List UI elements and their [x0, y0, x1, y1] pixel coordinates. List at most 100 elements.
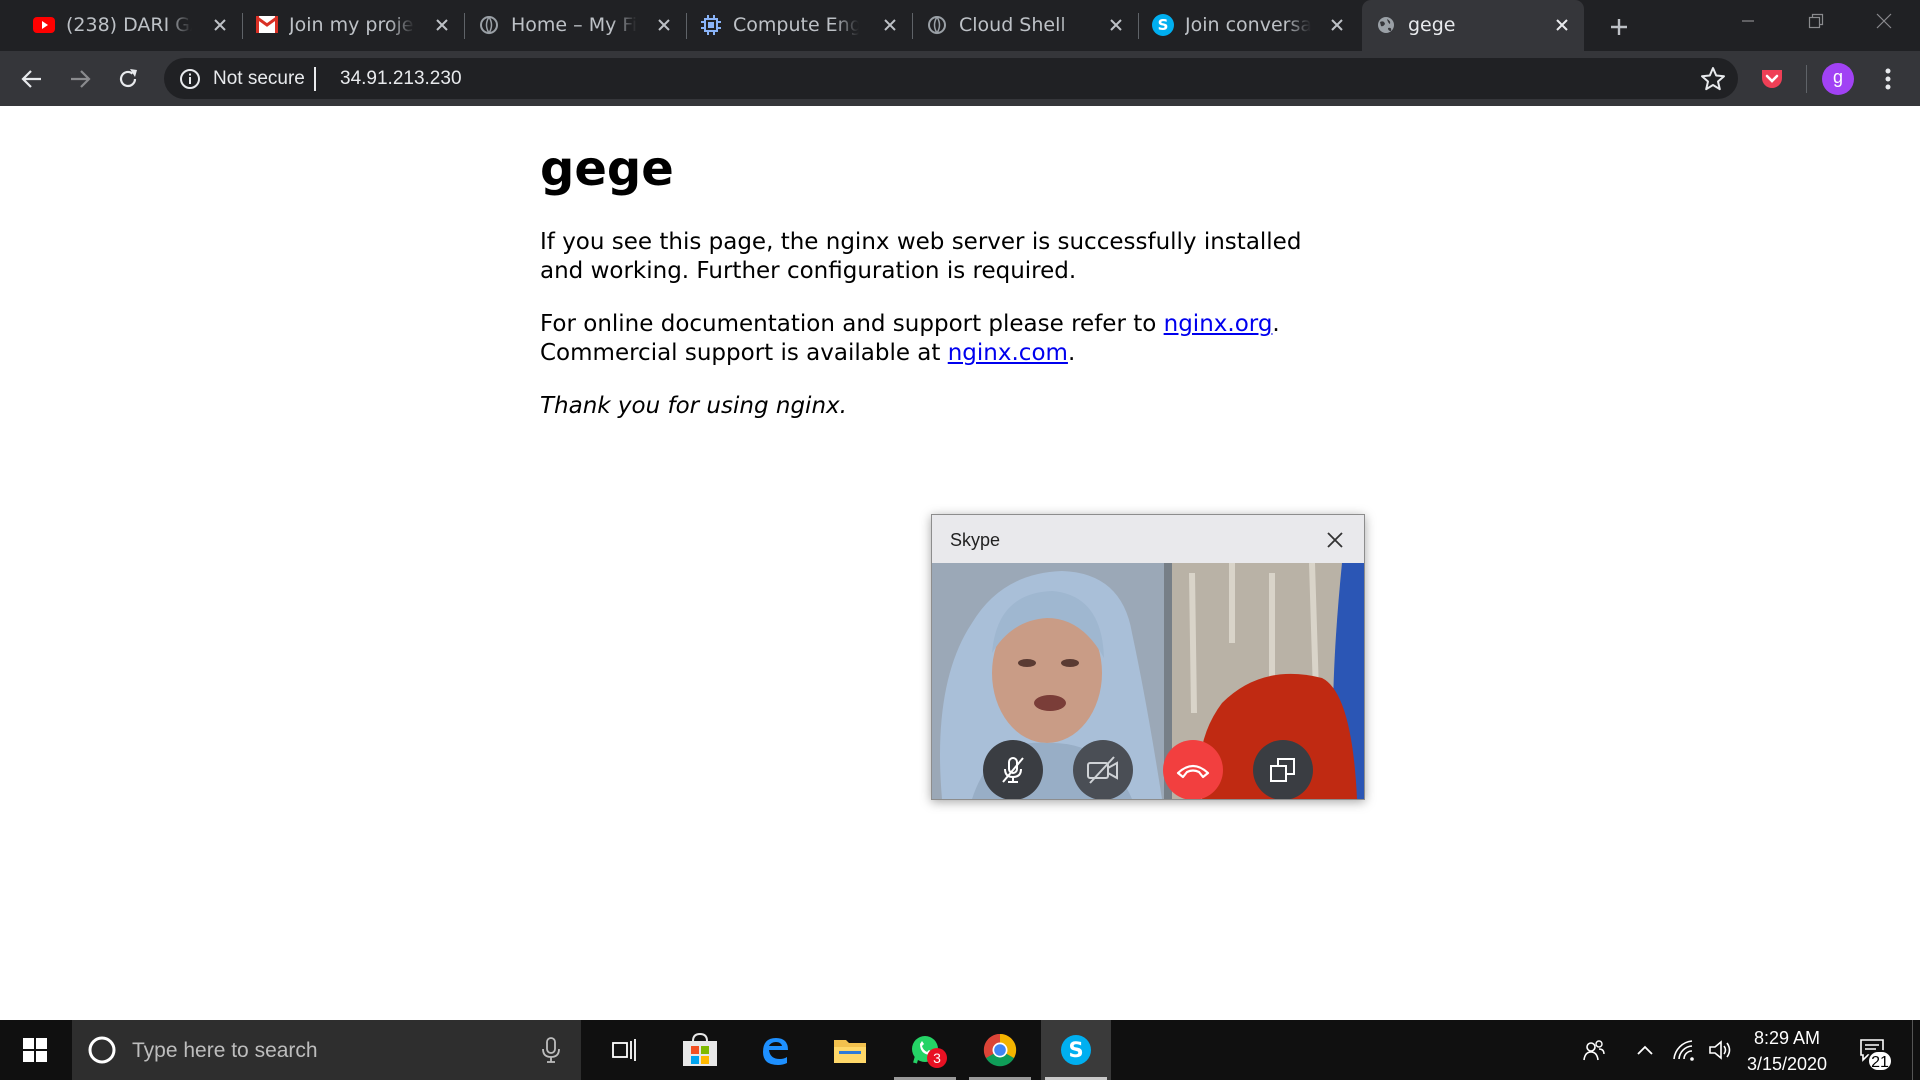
- tab-home-project[interactable]: Home – My First Project: [465, 0, 687, 51]
- notification-count-badge: 21: [1867, 1050, 1893, 1072]
- tab-title: Cloud Shell: [959, 14, 1066, 36]
- doc-text-mid: .: [1272, 311, 1280, 337]
- skype-call-window[interactable]: Skype: [931, 514, 1365, 800]
- tab-gmail[interactable]: Join my project on: [243, 0, 465, 51]
- taskbar-search-box[interactable]: Type here to search: [72, 1020, 581, 1080]
- nginx-org-link[interactable]: nginx.org: [1164, 311, 1273, 337]
- security-status[interactable]: Not secure: [213, 67, 305, 91]
- reload-button[interactable]: [110, 61, 146, 97]
- doc-text-suffix: .: [1067, 340, 1076, 366]
- microsoft-store-button[interactable]: [665, 1020, 735, 1080]
- edge-icon: [763, 1038, 788, 1065]
- profile-avatar[interactable]: g: [1820, 61, 1856, 97]
- close-icon[interactable]: [1322, 527, 1348, 553]
- switch-view-icon: [1270, 758, 1295, 782]
- tab-youtube[interactable]: (238) DARI GARAGE: [20, 0, 243, 51]
- youtube-icon: [32, 13, 55, 36]
- url-text[interactable]: 34.91.213.230: [340, 67, 462, 91]
- windows-logo-icon: [23, 1038, 47, 1062]
- hang-up-icon: [1176, 764, 1210, 779]
- chrome-icon: [983, 1033, 1017, 1067]
- whatsapp-unread-badge: 3: [927, 1048, 947, 1068]
- cortana-icon[interactable]: [87, 1035, 117, 1065]
- tab-cloud-shell[interactable]: Cloud Shell: [913, 0, 1139, 51]
- close-tab-icon[interactable]: [878, 13, 902, 37]
- globe-icon: [477, 13, 500, 36]
- nginx-com-link[interactable]: nginx.com: [948, 340, 1068, 366]
- windows-taskbar: Type here to search 3 S 8:29 AM 3/15/202…: [0, 1020, 1920, 1080]
- close-tab-icon[interactable]: [1325, 13, 1349, 37]
- tab-gege[interactable]: gege: [1362, 0, 1584, 51]
- edge-browser-button[interactable]: [740, 1020, 810, 1080]
- toolbar-separator: [1806, 65, 1807, 93]
- skype-taskbar-button[interactable]: S: [1041, 1020, 1111, 1080]
- doc-text-prefix: For online documentation and support ple…: [540, 311, 1164, 337]
- turn-off-video-button[interactable]: [1073, 740, 1133, 799]
- microphone-icon[interactable]: [541, 1036, 561, 1064]
- show-desktop-button[interactable]: [1912, 1020, 1920, 1080]
- commercial-text: Commercial support is available at: [540, 340, 948, 366]
- chrome-menu-icon[interactable]: [1870, 61, 1906, 97]
- gmail-icon: [255, 13, 278, 36]
- globe-icon: [925, 13, 948, 36]
- task-view-button[interactable]: [590, 1020, 660, 1080]
- clock-time[interactable]: 8:29 AM: [1752, 1026, 1822, 1050]
- tab-title: (238) DARI GARAGE: [66, 14, 192, 36]
- browser-toolbar: Not secure 34.91.213.230 g: [0, 51, 1920, 106]
- network-button[interactable]: [1668, 1020, 1702, 1080]
- start-button[interactable]: [0, 1020, 70, 1080]
- people-button[interactable]: [1574, 1020, 1614, 1080]
- close-tab-icon[interactable]: [1104, 13, 1128, 37]
- forward-button[interactable]: [62, 61, 98, 97]
- documentation-paragraph: For online documentation and support ple…: [540, 310, 1340, 368]
- video-feed: [932, 563, 1364, 799]
- restore-window-button[interactable]: [1786, 0, 1846, 42]
- close-tab-icon[interactable]: [208, 13, 232, 37]
- mute-microphone-button[interactable]: [983, 740, 1043, 799]
- people-icon: [1583, 1040, 1605, 1061]
- tab-title: gege: [1408, 14, 1456, 36]
- close-window-button[interactable]: [1854, 0, 1914, 42]
- tab-title: Home – My First Project: [511, 14, 637, 36]
- skype-icon: S: [1151, 13, 1174, 36]
- microphone-off-icon: [1002, 757, 1024, 783]
- video-off-icon: [1087, 756, 1118, 784]
- browser-tab-strip: (238) DARI GARAGE Join my project on Hom…: [0, 0, 1920, 51]
- address-bar[interactable]: Not secure 34.91.213.230: [164, 58, 1738, 99]
- clock-date[interactable]: 3/15/2020: [1742, 1052, 1832, 1076]
- close-tab-icon[interactable]: [430, 13, 454, 37]
- close-tab-icon[interactable]: [1550, 13, 1574, 37]
- back-button[interactable]: [14, 61, 50, 97]
- folder-icon: [834, 1040, 866, 1063]
- svg-text:S: S: [1068, 1038, 1083, 1062]
- tab-title: Join conversation: [1185, 14, 1311, 36]
- bookmark-star-icon[interactable]: [1700, 66, 1726, 92]
- welcome-paragraph: If you see this page, the nginx web serv…: [540, 229, 1302, 284]
- wifi-icon: [1673, 1040, 1694, 1061]
- chrome-button[interactable]: [965, 1020, 1035, 1080]
- skype-window-title: Skype: [950, 530, 1001, 550]
- end-call-button[interactable]: [1163, 740, 1223, 799]
- whatsapp-button[interactable]: 3: [890, 1020, 960, 1080]
- tab-compute-engine[interactable]: Compute Engine: [687, 0, 913, 51]
- minimize-window-button[interactable]: [1718, 0, 1778, 42]
- store-bag-icon: [683, 1033, 717, 1066]
- skype-icon: S: [1061, 1035, 1091, 1065]
- divider: [314, 67, 316, 91]
- file-explorer-button[interactable]: [815, 1020, 885, 1080]
- globe-icon: [1374, 13, 1397, 36]
- pocket-extension-icon[interactable]: [1754, 61, 1790, 97]
- switch-view-button[interactable]: [1253, 740, 1313, 799]
- new-tab-button[interactable]: [1604, 12, 1634, 42]
- close-tab-icon[interactable]: [652, 13, 676, 37]
- search-placeholder[interactable]: Type here to search: [132, 1038, 318, 1064]
- tab-skype-join-conversation[interactable]: S Join conversation: [1139, 0, 1359, 51]
- tab-title: Join my project on: [289, 14, 415, 36]
- thank-you-text: Thank you for using nginx.: [540, 393, 847, 419]
- volume-button[interactable]: [1704, 1020, 1738, 1080]
- compute-engine-icon: [699, 13, 722, 36]
- show-hidden-icons-button[interactable]: [1630, 1020, 1660, 1080]
- profile-initial: g: [1832, 67, 1843, 87]
- info-icon[interactable]: [178, 67, 202, 91]
- chevron-up-icon: [1637, 1045, 1653, 1055]
